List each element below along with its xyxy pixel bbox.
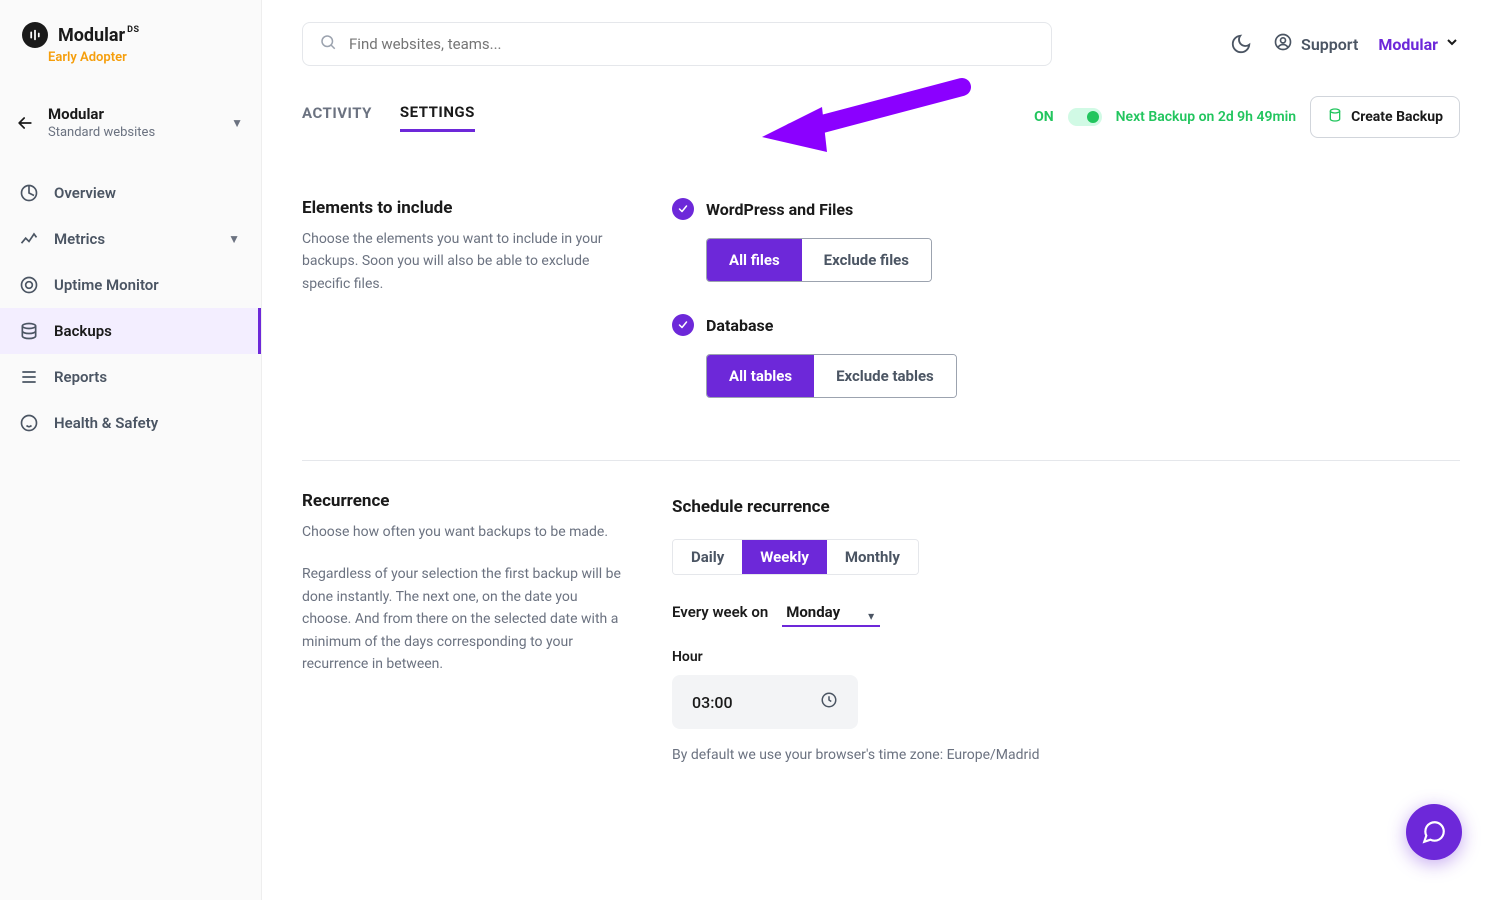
chevron-down-icon[interactable]: ▼: [231, 116, 243, 130]
database-label: Database: [706, 316, 773, 335]
logo: ModularDS: [0, 0, 261, 52]
database-check-row[interactable]: Database: [672, 314, 1460, 336]
freq-daily[interactable]: Daily: [673, 540, 742, 574]
files-segment-group: All files Exclude files: [706, 238, 932, 282]
nav-label: Uptime Monitor: [54, 276, 159, 294]
back-arrow-icon[interactable]: [14, 112, 36, 134]
nav-label: Health & Safety: [54, 414, 158, 432]
timezone-note: By default we use your browser's time zo…: [672, 747, 1460, 763]
account-dropdown[interactable]: Modular: [1378, 34, 1460, 54]
nav-health[interactable]: Health & Safety: [0, 400, 261, 446]
tables-segment-group: All tables Exclude tables: [706, 354, 957, 398]
backups-icon: [18, 320, 40, 342]
uptime-icon: [18, 274, 40, 296]
day-select[interactable]: Monday: [782, 599, 880, 627]
breadcrumb-subtitle: Standard websites: [48, 125, 219, 140]
nav-metrics[interactable]: Metrics ▼: [0, 216, 261, 262]
chat-fab[interactable]: [1406, 804, 1462, 860]
nav-label: Backups: [54, 322, 112, 340]
tab-settings[interactable]: SETTINGS: [400, 103, 475, 132]
section-recurrence: Recurrence Choose how often you want bac…: [302, 460, 1460, 793]
reports-icon: [18, 366, 40, 388]
nav-reports[interactable]: Reports: [0, 354, 261, 400]
chevron-down-icon: ▼: [228, 232, 240, 246]
theme-toggle-icon[interactable]: [1229, 32, 1253, 56]
clock-icon: [820, 691, 838, 713]
elements-title: Elements to include: [302, 198, 622, 218]
tab-activity[interactable]: ACTIVITY: [302, 104, 372, 130]
nav-label: Overview: [54, 184, 116, 202]
backup-toggle[interactable]: [1068, 108, 1102, 126]
search-input[interactable]: [349, 35, 1035, 53]
backup-icon: [1327, 107, 1343, 127]
next-backup-text: Next Backup on 2d 9h 49min: [1116, 109, 1296, 125]
recurrence-title: Recurrence: [302, 491, 622, 511]
breadcrumb[interactable]: Modular Standard websites ▼: [0, 95, 261, 156]
wordpress-label: WordPress and Files: [706, 200, 853, 219]
tabs-row: ACTIVITY SETTINGS ON Next Backup on 2d 9…: [262, 82, 1500, 148]
logo-icon: [22, 22, 48, 48]
nav-label: Reports: [54, 368, 107, 386]
metrics-icon: [18, 228, 40, 250]
recurrence-desc2: Regardless of your selection the first b…: [302, 563, 622, 675]
topbar: Support Modular: [262, 0, 1500, 82]
breadcrumb-title: Modular: [48, 105, 219, 123]
brand-name: Modular: [58, 25, 125, 46]
nav-overview[interactable]: Overview: [0, 170, 261, 216]
hour-label: Hour: [672, 649, 1460, 665]
support-label: Support: [1301, 35, 1358, 54]
account-label: Modular: [1378, 35, 1438, 54]
search-box[interactable]: [302, 22, 1052, 66]
support-icon: [1273, 32, 1293, 56]
brand-ds: DS: [127, 25, 139, 35]
hour-input[interactable]: 03:00: [672, 675, 858, 729]
backup-status-on: ON: [1034, 109, 1054, 125]
chevron-down-icon: [1444, 34, 1460, 54]
every-week-label: Every week on: [672, 603, 768, 621]
search-icon: [319, 33, 337, 55]
all-tables-segment[interactable]: All tables: [707, 355, 814, 397]
health-icon: [18, 412, 40, 434]
sidebar: ModularDS Early Adopter Modular Standard…: [0, 0, 262, 900]
hour-value: 03:00: [692, 693, 733, 712]
frequency-group: Daily Weekly Monthly: [672, 539, 919, 575]
main: Support Modular ACTIVITY SETTINGS ON Nex…: [262, 0, 1500, 900]
create-backup-button[interactable]: Create Backup: [1310, 96, 1460, 138]
nav: Overview Metrics ▼ Uptime Monitor Backup…: [0, 156, 261, 446]
schedule-title: Schedule recurrence: [672, 491, 1460, 517]
create-backup-label: Create Backup: [1351, 109, 1443, 125]
check-icon: [672, 198, 694, 220]
exclude-tables-segment[interactable]: Exclude tables: [814, 355, 956, 397]
nav-backups[interactable]: Backups: [0, 308, 261, 354]
exclude-files-segment[interactable]: Exclude files: [802, 239, 931, 281]
freq-monthly[interactable]: Monthly: [827, 540, 918, 574]
all-files-segment[interactable]: All files: [707, 239, 802, 281]
overview-icon: [18, 182, 40, 204]
recurrence-desc1: Choose how often you want backups to be …: [302, 521, 622, 543]
freq-weekly[interactable]: Weekly: [742, 540, 827, 574]
nav-label: Metrics: [54, 230, 105, 248]
check-icon: [672, 314, 694, 336]
wordpress-check-row[interactable]: WordPress and Files: [672, 198, 1460, 220]
support-link[interactable]: Support: [1273, 32, 1358, 56]
nav-uptime[interactable]: Uptime Monitor: [0, 262, 261, 308]
brand-tagline: Early Adopter: [0, 50, 261, 65]
elements-desc: Choose the elements you want to include …: [302, 228, 622, 295]
section-elements: Elements to include Choose the elements …: [302, 198, 1460, 460]
